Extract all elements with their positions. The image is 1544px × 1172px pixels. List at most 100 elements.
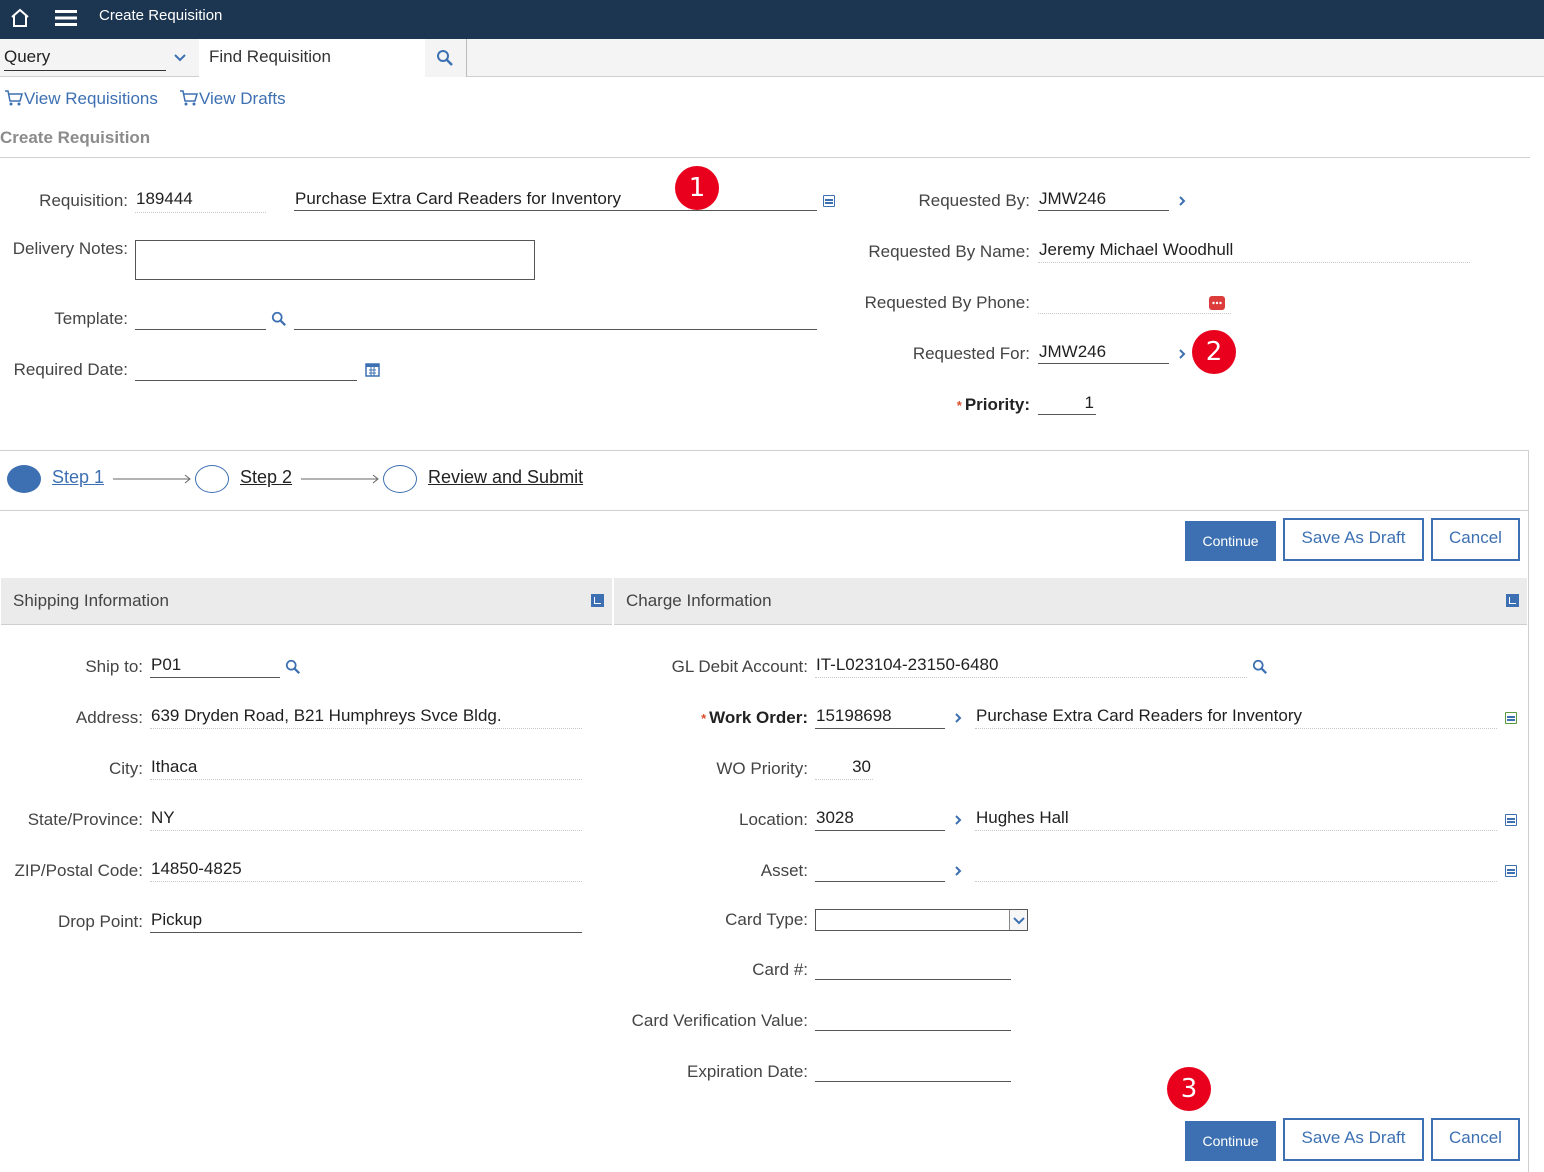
query-select[interactable]: Query bbox=[4, 45, 166, 71]
chevron-right-icon[interactable] bbox=[953, 813, 963, 827]
required-date-field[interactable] bbox=[135, 360, 357, 381]
priority-label: * Priority: bbox=[956, 395, 1030, 414]
location-label: Location: bbox=[739, 810, 808, 829]
asset-label: Asset: bbox=[760, 861, 808, 880]
step-2-indicator bbox=[195, 465, 229, 493]
asset-field[interactable] bbox=[815, 859, 945, 882]
required-marker: * bbox=[701, 711, 707, 726]
work-order-label: * Work Order: bbox=[701, 708, 808, 727]
step-1-link[interactable]: Step 1 bbox=[52, 467, 104, 488]
cancel-button[interactable]: Cancel bbox=[1431, 1118, 1520, 1161]
asset-description bbox=[975, 859, 1497, 882]
chevron-down-icon[interactable] bbox=[172, 50, 188, 66]
search-icon[interactable] bbox=[271, 311, 287, 327]
location-description: Hughes Hall bbox=[975, 808, 1497, 831]
collapse-section-icon[interactable] bbox=[591, 594, 604, 607]
annotation-badge-2: 2 bbox=[1192, 330, 1236, 374]
card-number-field[interactable] bbox=[815, 959, 1011, 980]
chevron-right-icon[interactable] bbox=[953, 711, 963, 725]
phone-dialer-icon[interactable] bbox=[1208, 294, 1226, 312]
chevron-right-icon[interactable] bbox=[1177, 194, 1187, 208]
dropdown-button[interactable] bbox=[1009, 910, 1027, 930]
review-and-submit-link[interactable]: Review and Submit bbox=[428, 467, 583, 488]
location-details-icon[interactable] bbox=[1505, 814, 1517, 826]
expiration-date-label: Expiration Date: bbox=[687, 1062, 808, 1081]
ship-to-label: Ship to: bbox=[85, 657, 143, 676]
continue-button[interactable]: Continue bbox=[1185, 521, 1276, 561]
save-as-draft-button[interactable]: Save As Draft bbox=[1283, 1118, 1424, 1161]
address-label: Address: bbox=[75, 708, 143, 727]
requested-by-phone-field bbox=[1038, 293, 1231, 314]
work-order-field[interactable]: 15198698 bbox=[815, 706, 945, 729]
search-button[interactable] bbox=[425, 39, 467, 77]
chevron-right-icon[interactable] bbox=[1177, 347, 1187, 361]
gl-debit-account-label: GL Debit Account: bbox=[671, 657, 808, 676]
gl-debit-account-field[interactable]: IT-L023104-23150-6480 bbox=[815, 655, 1247, 678]
step-1-indicator bbox=[7, 465, 41, 493]
step-arrow bbox=[301, 474, 379, 484]
state-province-label: State/Province: bbox=[27, 810, 143, 829]
template-field[interactable] bbox=[135, 309, 266, 330]
charge-information-header: Charge Information bbox=[614, 578, 1527, 625]
priority-field[interactable]: 1 bbox=[1038, 393, 1096, 415]
chevron-right-icon[interactable] bbox=[953, 864, 963, 878]
card-verification-label: Card Verification Value: bbox=[631, 1011, 808, 1030]
query-bar: Query Find Requisition bbox=[0, 39, 1544, 77]
ship-to-field[interactable]: P01 bbox=[150, 655, 280, 678]
requested-for-field[interactable]: JMW246 bbox=[1038, 342, 1169, 364]
delivery-notes-label: Delivery Notes: bbox=[12, 239, 128, 258]
divider bbox=[0, 157, 1530, 158]
cart-draft-icon bbox=[180, 90, 198, 106]
requested-by-name-label: Requested By Name: bbox=[868, 242, 1030, 261]
chevron-down-icon bbox=[1013, 917, 1025, 925]
required-marker: * bbox=[956, 398, 962, 413]
requested-by-phone-label: Requested By Phone: bbox=[864, 293, 1030, 312]
page-title: Create Requisition bbox=[0, 128, 151, 147]
card-verification-field[interactable] bbox=[815, 1010, 1011, 1031]
state-province-field: NY bbox=[150, 808, 582, 831]
card-type-select[interactable] bbox=[815, 909, 1028, 931]
home-icon[interactable] bbox=[8, 6, 32, 30]
long-description-icon[interactable] bbox=[823, 195, 835, 207]
find-requisition-input[interactable]: Find Requisition bbox=[199, 39, 425, 77]
card-type-label: Card Type: bbox=[725, 910, 808, 929]
wo-priority-field: 30 bbox=[815, 757, 873, 780]
search-icon[interactable] bbox=[285, 659, 301, 675]
view-requisitions-link[interactable]: View Requisitions bbox=[4, 89, 158, 109]
template-label: Template: bbox=[54, 309, 128, 328]
annotation-badge-1: 1 bbox=[675, 166, 719, 210]
requested-by-label: Requested By: bbox=[918, 191, 1030, 210]
requisition-description-field[interactable]: Purchase Extra Card Readers for Inventor… bbox=[294, 189, 817, 211]
continue-button[interactable]: Continue bbox=[1185, 1121, 1276, 1161]
delivery-notes-textarea[interactable] bbox=[135, 240, 535, 280]
asset-details-icon[interactable] bbox=[1505, 865, 1517, 877]
step-arrow bbox=[113, 474, 191, 484]
app-title: Create Requisition bbox=[99, 7, 223, 24]
search-icon[interactable] bbox=[1252, 659, 1268, 675]
template-description-field[interactable] bbox=[294, 309, 817, 330]
step-divider bbox=[0, 510, 1529, 511]
work-order-details-icon[interactable] bbox=[1505, 712, 1517, 724]
calendar-icon[interactable] bbox=[365, 362, 380, 377]
step-2-link[interactable]: Step 2 bbox=[240, 467, 292, 488]
requisition-field[interactable]: 189444 bbox=[135, 189, 266, 213]
search-icon bbox=[437, 50, 453, 66]
requisition-label: Requisition: bbox=[39, 191, 128, 210]
city-field: Ithaca bbox=[150, 757, 582, 780]
drop-point-field[interactable]: Pickup bbox=[150, 910, 582, 933]
requested-by-field[interactable]: JMW246 bbox=[1038, 189, 1169, 211]
work-order-description: Purchase Extra Card Readers for Inventor… bbox=[975, 706, 1497, 729]
view-drafts-link[interactable]: View Drafts bbox=[179, 89, 286, 109]
cancel-button[interactable]: Cancel bbox=[1431, 518, 1520, 561]
requested-for-label: Requested For: bbox=[912, 344, 1030, 363]
location-field[interactable]: 3028 bbox=[815, 808, 945, 831]
drop-point-label: Drop Point: bbox=[57, 912, 143, 931]
collapse-section-icon[interactable] bbox=[1506, 594, 1519, 607]
shipping-information-header: Shipping Information bbox=[1, 578, 612, 625]
cart-icon bbox=[5, 90, 23, 106]
wo-priority-label: WO Priority: bbox=[716, 759, 808, 778]
expiration-date-field[interactable] bbox=[815, 1061, 1011, 1082]
zip-code-label: ZIP/Postal Code: bbox=[14, 861, 143, 880]
save-as-draft-button[interactable]: Save As Draft bbox=[1283, 518, 1424, 561]
hamburger-menu-icon[interactable] bbox=[54, 7, 78, 29]
